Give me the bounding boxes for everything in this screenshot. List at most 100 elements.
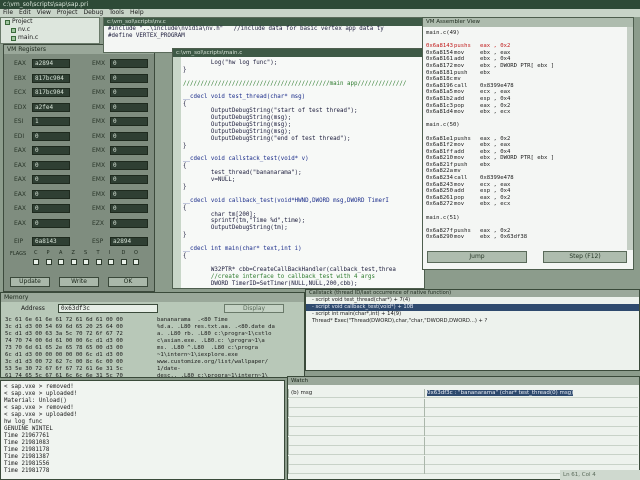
asm-instruction[interactable]: 0x6a81e1pushs eax , 0x2 xyxy=(426,136,630,143)
register-value-input[interactable]: 0 xyxy=(32,189,70,199)
register-value-input[interactable]: 0 xyxy=(110,189,148,199)
project-tree[interactable]: Project nv.c main.c xyxy=(0,17,100,44)
tree-item-project[interactable]: Project xyxy=(1,18,99,26)
watch-row[interactable] xyxy=(288,408,638,417)
asm-instruction[interactable]: 0x6a8290mov ebx , 0x63df38 xyxy=(426,234,630,241)
asm-instruction[interactable]: 0x6a827fpushs eax , 0x2 xyxy=(426,228,630,235)
register-value-input[interactable]: 0 xyxy=(110,204,148,213)
tree-item-file[interactable]: nv.c xyxy=(1,26,99,34)
callstack-item[interactable]: - script int main(char*,int) + 14(9) xyxy=(306,311,639,318)
watch-row[interactable] xyxy=(288,446,638,455)
eip-input[interactable]: 6a8143 xyxy=(32,237,70,246)
register-value-input[interactable]: 817bc904 xyxy=(32,73,70,83)
register-value-input[interactable]: 0 xyxy=(110,102,148,112)
watch-grid[interactable]: (b) msg 0x63df3c : "bananarama" (char* te… xyxy=(288,385,640,474)
menu-item-edit[interactable]: Edit xyxy=(19,9,31,16)
watch-row[interactable]: (b) msg 0x63df3c : "bananarama" (char* te… xyxy=(288,389,638,398)
flag-checkbox[interactable] xyxy=(58,259,64,265)
tree-item-file[interactable]: main.c xyxy=(1,34,99,42)
callstack-item[interactable]: - script void test_thread(char*) + 7(4) xyxy=(306,297,639,304)
watch-row[interactable] xyxy=(288,417,638,427)
output-panel: < sap.vxe > removed! < sap.vxe > uploaded… xyxy=(0,380,285,480)
register-value-input[interactable]: 0 xyxy=(32,131,70,141)
register-value-input[interactable]: 0 xyxy=(32,204,70,213)
register-value-input[interactable]: 0 xyxy=(110,73,148,83)
asm-instruction[interactable]: 0x6a8243mov ecx , eax xyxy=(426,182,630,189)
asm-instruction[interactable]: 0x6a822amv xyxy=(426,168,630,175)
asm-instruction[interactable]: 0x6a8250add esp , 0x4 xyxy=(426,188,630,195)
callstack-item[interactable]: - script void callback_test(void*) + 10B xyxy=(306,304,639,311)
esp-input[interactable]: a2894 xyxy=(110,237,148,246)
register-value-input[interactable]: 0 xyxy=(32,218,70,228)
watch-row[interactable] xyxy=(288,398,638,408)
flag-checkbox[interactable] xyxy=(120,259,127,265)
asm-instruction[interactable]: 0x6a8234call 0x8399e478 xyxy=(426,175,630,182)
flag-checkbox[interactable] xyxy=(83,259,89,265)
asm-instruction[interactable]: 0x6a8172mov ebx , DWORD PTR[ ebx ] xyxy=(426,63,630,70)
watch-row[interactable] xyxy=(288,455,638,465)
step-button[interactable]: Step (F12) xyxy=(543,251,627,263)
asm-instruction[interactable]: 0x6a818cmv xyxy=(426,76,630,83)
asm-instruction[interactable]: 0x6a8161add ebx , 0x4 xyxy=(426,56,630,63)
flag-checkbox[interactable] xyxy=(95,259,102,265)
menu-item-tools[interactable]: Tools xyxy=(109,9,124,16)
register-value-input[interactable]: 0 xyxy=(32,160,70,170)
menu-item-project[interactable]: Project xyxy=(57,9,78,16)
menu-item-help[interactable]: Help xyxy=(130,9,144,16)
asm-instruction[interactable]: 0x6a821fpush ebx xyxy=(426,162,630,169)
register-value-input[interactable]: 0 xyxy=(110,88,148,97)
menu-item-file[interactable]: File xyxy=(3,9,13,16)
asm-instruction[interactable]: 0x6a81d4mov ebx , ecx xyxy=(426,109,630,116)
menu-item-debug[interactable]: Debug xyxy=(83,9,103,16)
asm-address: 0x6a8196 xyxy=(426,82,453,89)
editor-main-code[interactable]: Log("hw log func");} ////////////////////… xyxy=(183,60,406,287)
asm-instruction[interactable]: 0x6a8261pop eax , 0x2 xyxy=(426,195,630,202)
address-input[interactable]: 0x63df3c xyxy=(58,304,158,313)
watch-row[interactable] xyxy=(288,436,638,446)
flag-checkbox[interactable] xyxy=(133,259,139,265)
ok-button[interactable]: OK xyxy=(108,277,148,287)
register-value-input[interactable]: a2fe4 xyxy=(32,102,70,112)
flag-checkbox[interactable] xyxy=(33,259,39,265)
register-value-input[interactable]: 0 xyxy=(110,59,148,68)
register-label: EAX xyxy=(14,219,27,227)
display-button[interactable]: Display xyxy=(224,304,284,313)
register-value-input[interactable]: a2894 xyxy=(32,59,70,68)
flag-checkbox[interactable] xyxy=(108,259,114,265)
callstack-item[interactable]: Thread* Exec("Thread(DWORD),char,"char,"… xyxy=(306,318,639,325)
register-value-input[interactable]: 0 xyxy=(110,117,148,126)
menu-item-view[interactable]: View xyxy=(37,9,51,16)
register-value-input[interactable]: 0 xyxy=(110,160,148,170)
register-value-input[interactable]: 0 xyxy=(110,131,148,141)
write-button[interactable]: Write xyxy=(59,277,99,287)
asm-instruction[interactable]: 0x6a81a5mov ecx , eax xyxy=(426,89,630,96)
asm-current-instruction[interactable]: 0x6a8143pushs eax , 0x2 xyxy=(426,43,630,50)
flag-checkbox[interactable] xyxy=(45,259,52,265)
editor-window-main[interactable]: c:\vm_sol\scripts\main.c Log("hw log fun… xyxy=(172,48,425,289)
assembler-listing[interactable]: main.c(49) 0x6a8143pushs eax , 0x2 0x6a8154… xyxy=(426,30,630,248)
asm-instruction[interactable]: 0x6a81f2mov ebx , eax xyxy=(426,142,630,149)
asm-instruction[interactable]: 0x6a8272mov ebx , ecx xyxy=(426,201,630,208)
asm-instruction[interactable]: 0x6a8181push ebx xyxy=(426,70,630,77)
asm-instruction[interactable]: 0x6a8154mov ebx , eax xyxy=(426,50,630,57)
register-value-input[interactable]: 817bc904 xyxy=(32,88,70,97)
asm-instruction[interactable]: 0x6a81ffadd ebx , 0x4 xyxy=(426,149,630,156)
register-value-input[interactable]: 0 xyxy=(32,175,70,184)
register-value-input[interactable]: 0 xyxy=(110,146,148,155)
editor-gutter[interactable] xyxy=(173,57,181,288)
update-button[interactable]: Update xyxy=(10,277,50,287)
asm-instruction[interactable]: 0x6a81b2add esp , 0x4 xyxy=(426,96,630,103)
register-value-input[interactable]: 0 xyxy=(110,218,148,228)
register-value-input[interactable]: 0 xyxy=(110,175,148,184)
jump-button[interactable]: Jump xyxy=(427,251,527,263)
register-value-input[interactable]: 0 xyxy=(32,146,70,155)
editor-nv-code[interactable]: #include "..\include\nvidia\nv.h" //incl… xyxy=(104,26,424,40)
asm-instruction[interactable]: 0x6a8196call 0x8399e478 xyxy=(426,83,630,90)
register-value-input[interactable]: 1 xyxy=(32,117,70,126)
assembler-scrollbar[interactable] xyxy=(627,27,633,250)
asm-instruction[interactable]: 0x6a8210mov ebx , DWORD PTR[ ebx ] xyxy=(426,155,630,162)
watch-row[interactable] xyxy=(288,427,638,436)
asm-instruction[interactable]: 0x6a81c3pop eax , 0x2 xyxy=(426,103,630,110)
flag-checkbox[interactable] xyxy=(70,259,77,265)
